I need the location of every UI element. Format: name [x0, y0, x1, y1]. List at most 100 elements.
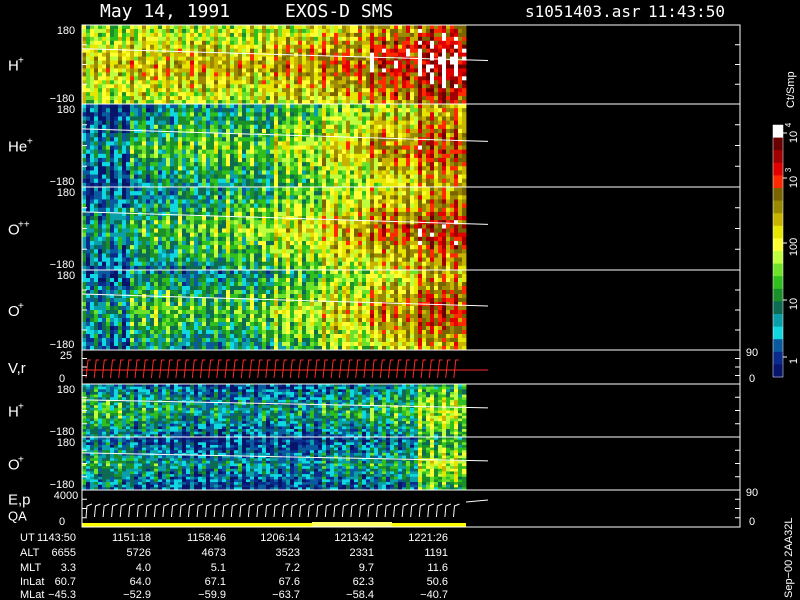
heatmap-cell [126, 216, 131, 221]
heatmap-cell [438, 108, 443, 113]
heatmap-cell [374, 104, 379, 109]
heatmap-cell [186, 84, 191, 89]
heatmap-cell [238, 88, 243, 93]
heatmap-cell [186, 203, 191, 209]
heatmap-cell [86, 199, 91, 204]
heatmap-cell [314, 40, 319, 46]
heatmap-cell [454, 149, 459, 155]
heatmap-cell [254, 68, 259, 73]
heatmap-cell [290, 76, 295, 81]
heatmap-cell [238, 128, 243, 134]
heatmap-cell [114, 116, 119, 121]
heatmap-cell [462, 141, 467, 146]
heatmap-cell [186, 116, 191, 121]
heatmap-cell [310, 145, 315, 151]
heatmap-cell [214, 36, 219, 42]
heatmap-cell [90, 76, 95, 81]
heatmap-cell [282, 56, 287, 61]
heatmap-cell [226, 145, 231, 151]
heatmap-cell [86, 68, 91, 73]
heatmap-cell [190, 44, 195, 50]
heatmap-cell [438, 96, 443, 101]
heatmap-cell [214, 25, 219, 30]
heatmap-cell [118, 153, 123, 159]
heatmap-cell [182, 253, 187, 258]
heatmap-cell [238, 108, 243, 113]
heatmap-cell [118, 44, 123, 50]
heatmap-cell [302, 149, 307, 155]
heatmap-cell [238, 240, 243, 246]
heatmap-cell [366, 157, 371, 163]
heatmap-cell [182, 141, 187, 146]
heatmap-cell [210, 72, 215, 77]
heatmap-cell [314, 44, 319, 50]
heatmap-cell [210, 199, 215, 204]
heatmap-cell [414, 44, 419, 50]
heatmap-cell [226, 149, 231, 155]
heatmap-cell [134, 174, 139, 180]
heatmap-cell [134, 28, 139, 34]
heatmap-cell [102, 76, 107, 81]
heatmap-cell [198, 88, 203, 93]
heatmap-cell [422, 104, 427, 109]
heatmap-cell [306, 166, 311, 171]
heatmap-cell [418, 88, 423, 93]
heatmap-cell [150, 52, 155, 57]
heatmap-cell [298, 84, 303, 89]
heatmap-cell [146, 68, 151, 73]
heatmap-cell [322, 149, 327, 155]
heatmap-cell [346, 124, 351, 130]
heatmap-cell [98, 162, 103, 167]
heatmap-cell [230, 191, 235, 196]
heatmap-cell [298, 149, 303, 155]
heatmap-cell [294, 236, 299, 242]
heatmap-cell [274, 162, 279, 167]
heatmap-cell [150, 44, 155, 50]
heatmap-cell [326, 170, 331, 175]
heatmap-cell [234, 104, 239, 109]
heatmap-cell [190, 249, 195, 254]
heatmap-cell [150, 56, 155, 61]
heatmap-cell [214, 44, 219, 50]
heatmap-cell [206, 52, 211, 57]
heatmap-cell [402, 72, 407, 77]
heatmap-cell [394, 32, 399, 38]
heatmap-cell [138, 249, 143, 254]
heatmap-cell [390, 88, 395, 93]
heatmap-cell [170, 236, 175, 242]
heatmap-cell [218, 191, 223, 196]
heatmap-cell [422, 60, 427, 65]
heatmap-cell [258, 240, 263, 246]
heatmap-cell [210, 145, 215, 151]
heatmap-cell [286, 32, 291, 38]
heatmap-cell [182, 236, 187, 242]
heatmap-cell [142, 64, 147, 69]
heatmap-cell [306, 104, 311, 109]
heatmap-cell [246, 145, 251, 151]
heatmap-cell [210, 108, 215, 113]
heatmap-cell [246, 40, 251, 46]
heatmap-cell [170, 199, 175, 204]
heatmap-cell [154, 72, 159, 77]
heatmap-cell [118, 240, 123, 246]
heatmap-cell [266, 128, 271, 134]
heatmap-cell [174, 145, 179, 151]
heatmap-cell [206, 133, 211, 138]
heatmap-cell [210, 120, 215, 126]
heatmap-cell [130, 157, 135, 163]
heatmap-cell [302, 25, 307, 30]
heatmap-cell [174, 224, 179, 229]
heatmap-cell [182, 56, 187, 61]
heatmap-cell [250, 153, 255, 159]
heatmap-cell [438, 72, 443, 77]
heatmap-cell [438, 166, 443, 171]
heatmap-cell [194, 224, 199, 229]
heatmap-cell [354, 96, 359, 101]
heatmap-cell [350, 28, 355, 34]
heatmap-cell [278, 60, 283, 65]
heatmap-cell [162, 195, 167, 200]
heatmap-cell [142, 68, 147, 73]
heatmap-cell [254, 253, 259, 258]
heatmap-cell [250, 64, 255, 69]
heatmap-cell [322, 88, 327, 93]
